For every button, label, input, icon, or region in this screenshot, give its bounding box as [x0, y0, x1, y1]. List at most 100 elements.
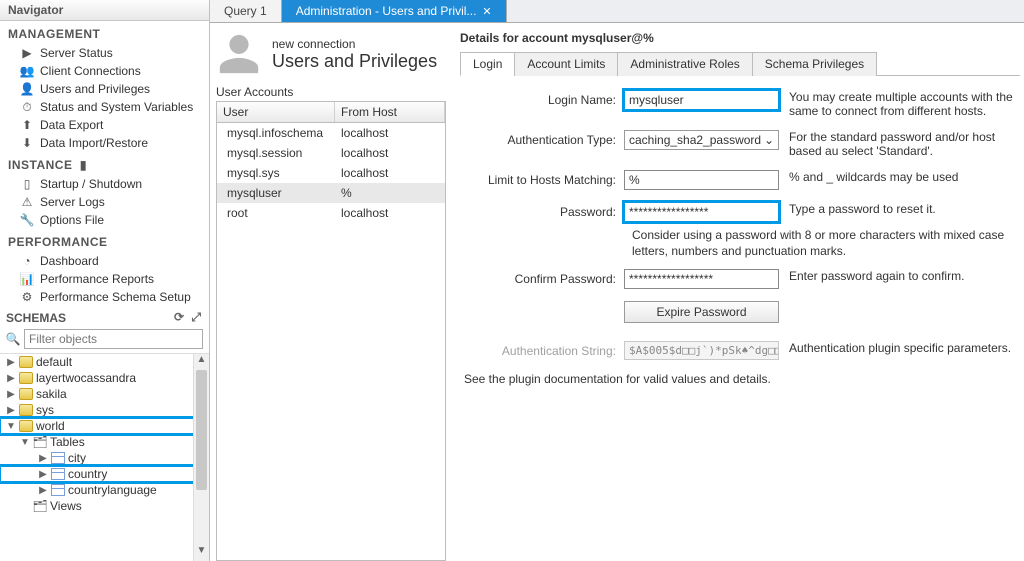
table-city[interactable]: ▶city — [0, 450, 209, 466]
gauge-icon: ⏱ — [20, 100, 34, 114]
col-host[interactable]: From Host — [335, 102, 445, 122]
auth-string-hint: Authentication plugin specific parameter… — [789, 341, 1016, 355]
connection-name: new connection — [272, 37, 437, 51]
details-title: Details for account mysqluser@% — [460, 31, 1020, 45]
db-layertwocassandra[interactable]: ▶layertwocassandra — [0, 370, 209, 386]
nav-perf-reports[interactable]: 📊Performance Reports — [0, 270, 209, 288]
warning-icon: ⚠ — [20, 195, 34, 209]
db-sys[interactable]: ▶sys — [0, 402, 209, 418]
db-sakila[interactable]: ▶sakila — [0, 386, 209, 402]
report-icon: 📊 — [20, 272, 34, 286]
navigator-header: Navigator — [0, 0, 209, 21]
folder-icon: 🗂 — [33, 499, 47, 513]
nav-options-file[interactable]: 🔧Options File — [0, 211, 209, 229]
performance-header: PERFORMANCE — [0, 229, 209, 252]
password-input[interactable] — [624, 202, 779, 222]
auth-string-label: Authentication String: — [464, 341, 624, 358]
nav-status-vars[interactable]: ⏱Status and System Variables — [0, 98, 209, 116]
account-details: Details for account mysqluser@% Login Ac… — [450, 23, 1024, 561]
login-name-input[interactable] — [624, 90, 779, 110]
user-accounts-panel: new connection Users and Privileges User… — [210, 23, 450, 561]
confirm-password-input[interactable] — [624, 269, 779, 289]
nav-client-connections[interactable]: 👥Client Connections — [0, 62, 209, 80]
table-icon — [51, 468, 65, 480]
play-icon: ▶ — [20, 46, 34, 60]
nav-server-logs[interactable]: ⚠Server Logs — [0, 193, 209, 211]
table-row[interactable]: mysql.infoschemalocalhost — [217, 123, 445, 143]
export-icon: ⬆ — [20, 118, 34, 132]
nav-dashboard[interactable]: ◔Dashboard — [0, 252, 209, 270]
database-icon — [19, 404, 33, 416]
nav-perf-schema[interactable]: ⚙Performance Schema Setup — [0, 288, 209, 306]
scroll-down-icon[interactable]: ▼ — [194, 545, 209, 561]
tab-schema-priv[interactable]: Schema Privileges — [752, 52, 877, 76]
instance-header: INSTANCE▮ — [0, 152, 209, 175]
tables-folder[interactable]: ▼🗂Tables — [0, 434, 209, 450]
auth-string-input[interactable]: $A$005$d□□j`)*pSk♠^dg□□□F — [624, 341, 779, 360]
tab-query1[interactable]: Query 1 — [210, 0, 282, 22]
db-default[interactable]: ▶default — [0, 354, 209, 370]
navigator-panel: Navigator MANAGEMENT ▶Server Status 👥Cli… — [0, 0, 210, 561]
db-world[interactable]: ▼world — [0, 418, 209, 434]
dashboard-icon: ◔ — [20, 254, 34, 268]
schema-filter-input[interactable] — [24, 329, 203, 349]
users-icon: 👤 — [20, 82, 34, 96]
nav-data-export[interactable]: ⬆Data Export — [0, 116, 209, 134]
database-icon — [19, 356, 33, 368]
table-row[interactable]: mysqluser% — [217, 183, 445, 203]
tab-login[interactable]: Login — [460, 52, 515, 76]
table-row[interactable]: mysql.sessionlocalhost — [217, 143, 445, 163]
connections-icon: 👥 — [20, 64, 34, 78]
scroll-thumb[interactable] — [196, 370, 207, 490]
database-icon — [19, 420, 33, 432]
scroll-up-icon[interactable]: ▲ — [194, 354, 209, 370]
table-icon — [51, 452, 65, 464]
auth-type-hint: For the standard password and/or host ba… — [789, 130, 1016, 158]
nav-users-privileges[interactable]: 👤Users and Privileges — [0, 80, 209, 98]
login-form: Login Name: You may create multiple acco… — [460, 76, 1020, 386]
database-icon — [19, 372, 33, 384]
management-list: ▶Server Status 👥Client Connections 👤User… — [0, 44, 209, 152]
management-header: MANAGEMENT — [0, 21, 209, 44]
tree-scrollbar[interactable]: ▲ ▼ — [193, 354, 209, 561]
login-name-label: Login Name: — [464, 90, 624, 107]
table-row[interactable]: rootlocalhost — [217, 203, 445, 223]
confirm-password-hint: Enter password again to confirm. — [789, 269, 1016, 283]
editor-tabs: Query 1 Administration - Users and Privi… — [210, 0, 1024, 23]
nav-data-import[interactable]: ⬇Data Import/Restore — [0, 134, 209, 152]
col-user[interactable]: User — [217, 102, 335, 122]
hosts-input[interactable] — [624, 170, 779, 190]
chevron-down-icon: ⌄ — [764, 133, 774, 147]
page-title: Users and Privileges — [272, 51, 437, 72]
confirm-password-label: Confirm Password: — [464, 269, 624, 286]
user-accounts-label: User Accounts — [216, 85, 446, 99]
plugin-doc-note: See the plugin documentation for valid v… — [464, 372, 1016, 386]
schema-tree: ▶default ▶layertwocassandra ▶sakila ▶sys… — [0, 353, 209, 561]
views-folder[interactable]: 🗂Views — [0, 498, 209, 514]
import-icon: ⬇ — [20, 136, 34, 150]
auth-type-select[interactable]: caching_sha2_password⌄ — [624, 130, 779, 150]
table-row[interactable]: mysql.syslocalhost — [217, 163, 445, 183]
instance-list: ▯Startup / Shutdown ⚠Server Logs 🔧Option… — [0, 175, 209, 229]
tab-account-limits[interactable]: Account Limits — [514, 52, 618, 76]
expire-password-button[interactable]: Expire Password — [624, 301, 779, 323]
gear-icon: ⚙ — [20, 290, 34, 304]
close-icon[interactable]: ✕ — [482, 5, 491, 18]
login-name-hint: You may create multiple accounts with th… — [789, 90, 1016, 118]
tab-admin-users[interactable]: Administration - Users and Privil... ✕ — [282, 0, 507, 22]
user-avatar-icon — [216, 31, 262, 77]
nav-server-status[interactable]: ▶Server Status — [0, 44, 209, 62]
table-countrylanguage[interactable]: ▶countrylanguage — [0, 482, 209, 498]
details-tabs: Login Account Limits Administrative Role… — [460, 51, 1020, 76]
nav-startup-shutdown[interactable]: ▯Startup / Shutdown — [0, 175, 209, 193]
tab-admin-roles[interactable]: Administrative Roles — [617, 52, 752, 76]
schemas-tools[interactable]: ⟳ ⤢ — [174, 310, 203, 325]
auth-type-label: Authentication Type: — [464, 130, 624, 147]
instance-icon: ▮ — [76, 158, 90, 172]
password-hint: Type a password to reset it. — [789, 202, 1016, 216]
performance-list: ◔Dashboard 📊Performance Reports ⚙Perform… — [0, 252, 209, 306]
hosts-label: Limit to Hosts Matching: — [464, 170, 624, 187]
user-accounts-table: User From Host mysql.infoschemalocalhost… — [216, 101, 446, 561]
table-icon — [51, 484, 65, 496]
table-country[interactable]: ▶country — [0, 466, 209, 482]
